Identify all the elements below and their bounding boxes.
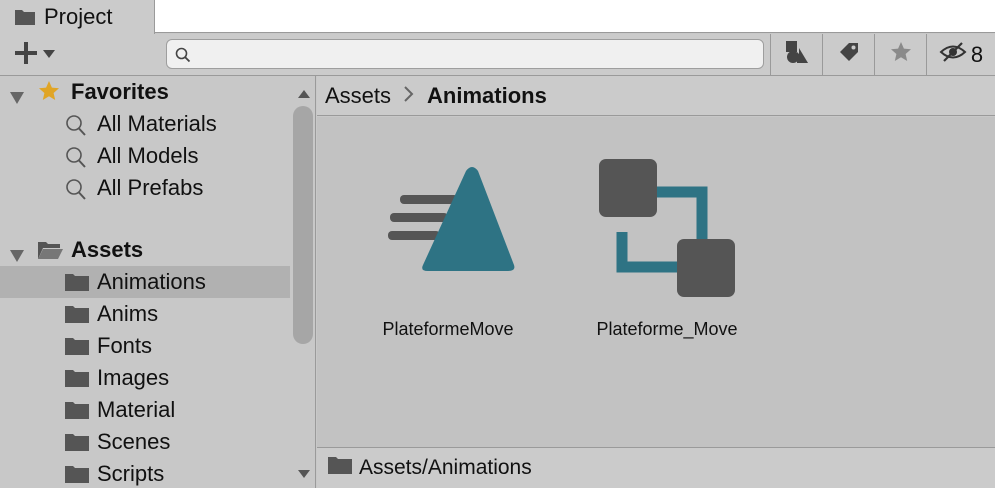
asset-item-animation-clip[interactable]: PlateformeMove [373,157,523,340]
dropdown-arrow-icon [42,46,56,64]
tree-scrollbar[interactable] [290,76,315,488]
tree-item-animations[interactable]: Animations [0,266,290,298]
animation-clip-icon [373,157,523,277]
tree-item-label: Scenes [97,429,171,454]
tree-assets-label: Assets [71,237,144,262]
asset-item-animator-controller[interactable]: Plateforme_Move [587,157,747,340]
search-field[interactable] [166,39,764,69]
tree-item-scenes[interactable]: Scenes [0,426,290,458]
create-button[interactable] [10,40,70,70]
asset-name: PlateformeMove [382,319,514,339]
tree-item-label: Anims [97,301,159,326]
tree-item-label: Images [97,365,170,390]
plus-icon [14,41,38,70]
star-icon [36,79,62,103]
breadcrumb-current[interactable]: Animations [427,83,547,109]
tree-item-all-materials[interactable]: All Materials [0,108,290,140]
tree-item-material[interactable]: Material [0,394,290,426]
asset-grid: PlateformeMove Plateforme_Move [317,117,995,447]
tree-item-all-models[interactable]: All Models [0,140,290,172]
folder-icon [64,368,90,388]
search-input[interactable] [195,42,755,66]
tree-item-anims[interactable]: Anims [0,298,290,330]
folder-icon [14,8,36,26]
shapes-icon [784,39,810,70]
scroll-up-arrow-icon[interactable] [297,86,311,104]
tree-item-label: All Materials [97,111,217,136]
breadcrumb: Assets Animations [317,76,995,116]
search-icon [64,114,88,138]
folder-icon [64,272,90,292]
search-by-type-button[interactable] [770,34,822,75]
folder-icon [64,464,90,484]
search-icon [64,146,88,170]
star-icon [889,40,913,69]
folder-icon [64,304,90,324]
folder-icon [64,336,90,356]
animator-controller-icon [587,157,747,297]
hidden-packages-toggle[interactable]: 8 [926,34,995,75]
tab-bar: Project [0,0,995,34]
tree-item-label: Material [97,397,176,422]
hidden-count: 8 [970,41,984,67]
scroll-down-arrow-icon[interactable] [297,466,311,484]
status-path: Assets/Animations [359,456,532,479]
folder-tree-panel: Favorites All Materials All Models All P… [0,76,316,488]
tree-item-label: Scripts [97,461,165,486]
tree-assets[interactable]: Assets [0,234,290,266]
folder-icon [327,455,353,481]
tree-item-label: Fonts [97,333,153,358]
eye-slash-icon [939,41,967,69]
search-icon [64,178,88,202]
toolbar: 8 [0,34,995,76]
folder-icon [64,432,90,452]
tree-item-fonts[interactable]: Fonts [0,330,290,362]
tree-item-images[interactable]: Images [0,362,290,394]
tag-icon [837,40,861,69]
tree-favorites-label: Favorites [71,79,169,104]
tab-project[interactable]: Project [0,0,155,34]
tree-item-label: All Prefabs [97,175,204,200]
breadcrumb-root[interactable]: Assets [325,83,391,109]
tab-project-label: Project [44,4,113,29]
chevron-right-icon [403,83,415,109]
folder-icon [64,400,90,420]
tree-item-scripts[interactable]: Scripts [0,458,290,488]
status-bar: Assets/Animations [317,447,995,488]
scrollbar-thumb[interactable] [293,106,313,344]
asset-name: Plateforme_Move [596,319,738,339]
tree-item-all-prefabs[interactable]: All Prefabs [0,172,290,204]
tree-favorites[interactable]: Favorites [0,76,290,108]
tab-bar-empty [155,0,995,33]
open-folder-icon [36,239,64,261]
tree-item-label: All Models [97,143,199,168]
tree-item-label: Animations [97,269,206,294]
search-by-label-button[interactable] [822,34,874,75]
favorites-button[interactable] [874,34,926,75]
